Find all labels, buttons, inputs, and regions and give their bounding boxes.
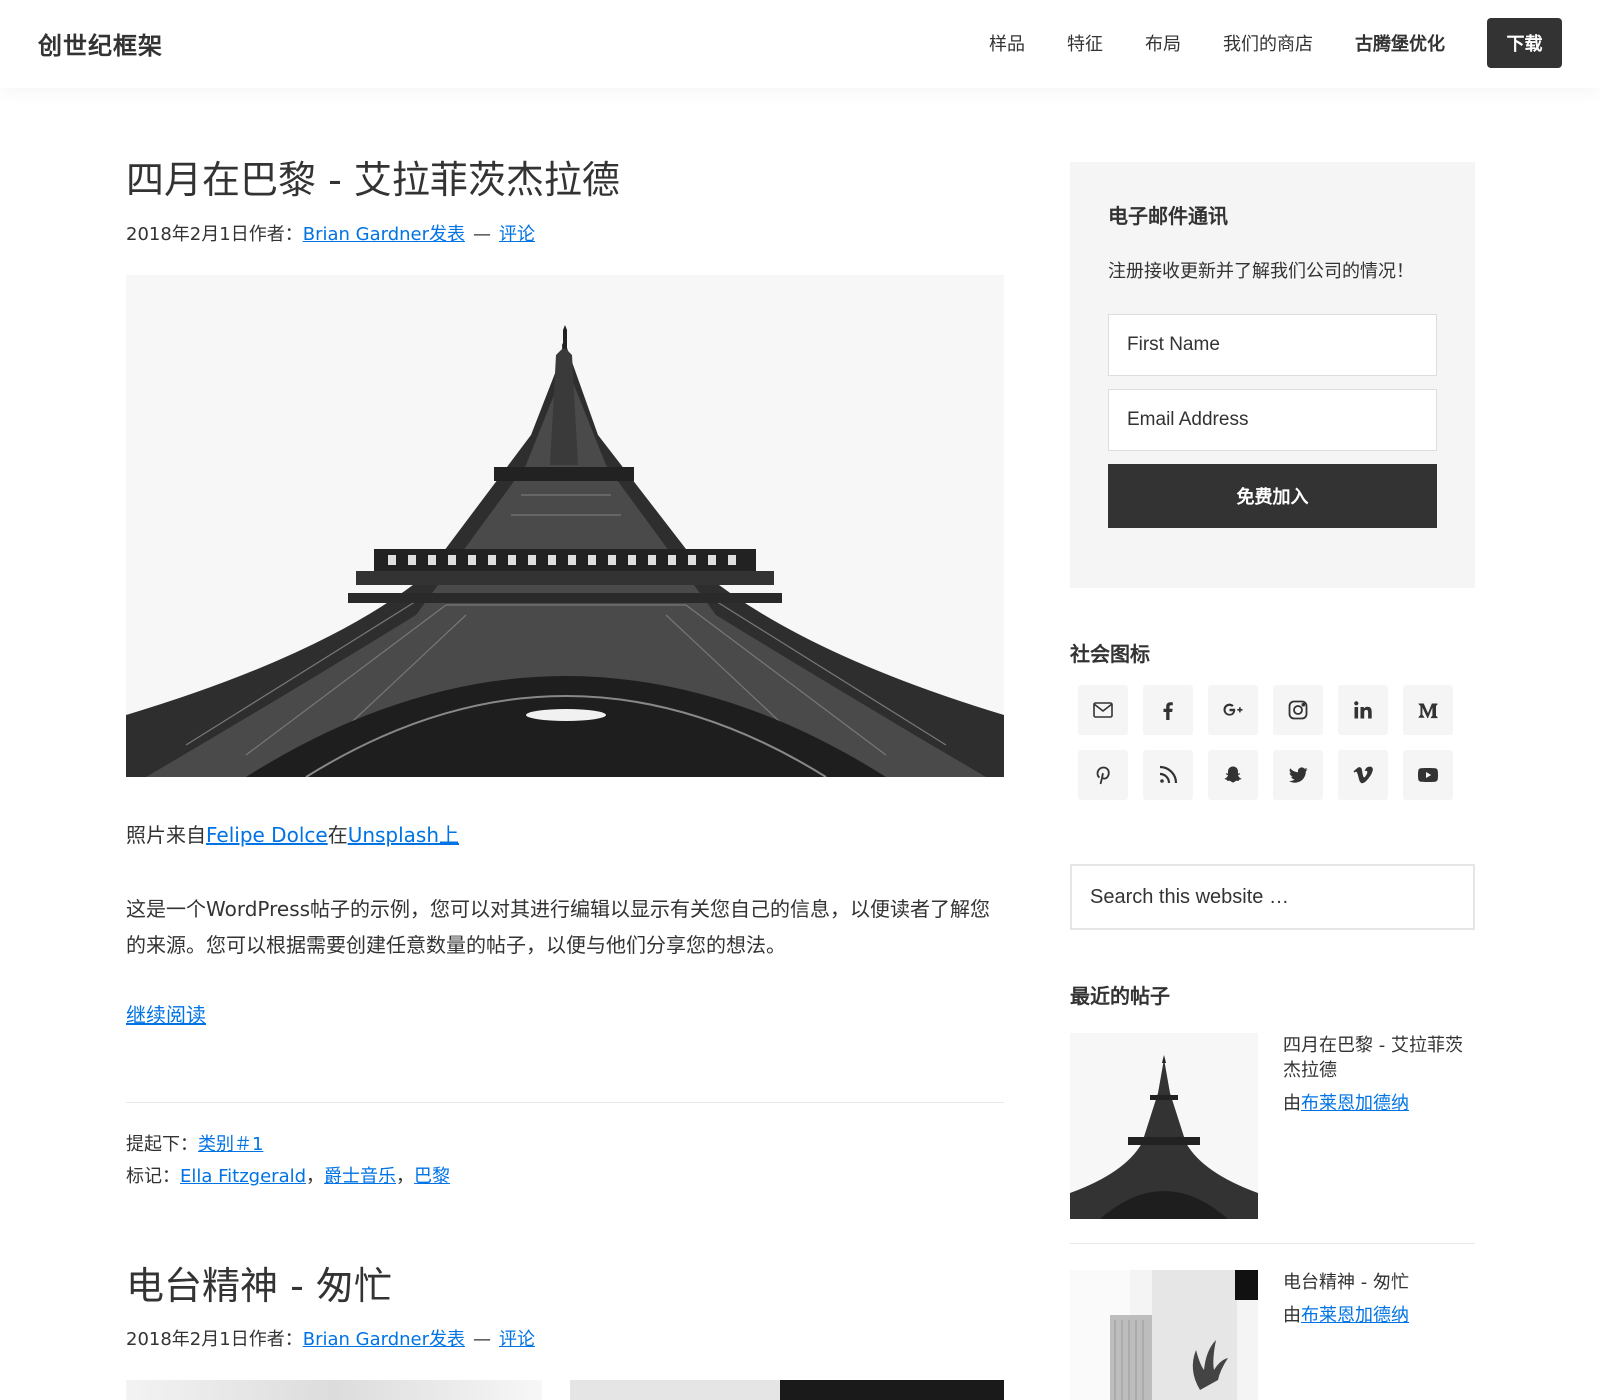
download-button[interactable]: 下载 [1487, 18, 1562, 68]
post-excerpt: 这是一个WordPress帖子的示例，您可以对其进行编辑以显示有关您自己的信息，… [126, 896, 991, 957]
photographer-link[interactable]: Felipe Dolce [206, 823, 328, 847]
pinterest-icon[interactable] [1078, 750, 1128, 800]
category-link[interactable]: 类别＃1 [198, 1134, 263, 1155]
social-icon-grid [1078, 685, 1475, 800]
tag-separator: ， [306, 1166, 325, 1188]
tag-link[interactable]: 巴黎 [414, 1166, 450, 1187]
email-icon[interactable] [1078, 685, 1128, 735]
image-part [126, 1380, 542, 1400]
radio-thumbnail-illustration [1070, 1270, 1258, 1400]
recent-post-author-link[interactable]: 布莱恩加德纳 [1301, 1305, 1409, 1326]
recent-post-author-link[interactable]: 布莱恩加德纳 [1301, 1093, 1409, 1114]
read-more-link[interactable]: 继续阅读 [126, 999, 206, 1028]
recent-posts-widget: 最近的帖子 四月在巴黎 - 艾拉菲茨杰拉德 由布莱恩加德纳 电台精神 - 匆忙 … [1070, 980, 1475, 1400]
post-meta: 2018年2月1日作者：Brian Gardner发表 — 评论 [126, 222, 1004, 247]
nav-item-layouts[interactable]: 布局 [1145, 30, 1181, 56]
featured-image-radio[interactable] [126, 1380, 1004, 1400]
post-footer: 提起下：类别＃1 标记：Ella Fitzgerald，爵士音乐，巴黎 [126, 1101, 1004, 1194]
meta-separator: — [473, 1329, 491, 1351]
primary-nav: 样品 特征 布局 我们的商店 古腾堡优化 下载 [947, 18, 1562, 68]
main-content: 四月在巴黎 - 艾拉菲茨杰拉德 2018年2月1日作者：Brian Gardne… [126, 158, 1004, 1400]
nav-item-features[interactable]: 特征 [1067, 30, 1103, 56]
sidebar: 电子邮件通讯 注册接收更新并了解我们公司的情况！ 免费加入 社会图标 [1070, 162, 1475, 1400]
recent-post-byline: 由布莱恩加德纳 [1283, 1091, 1475, 1116]
post-categories: 提起下：类别＃1 [126, 1129, 1004, 1161]
search-input[interactable] [1070, 864, 1475, 930]
rss-icon[interactable] [1143, 750, 1193, 800]
newsletter-description: 注册接收更新并了解我们公司的情况！ [1108, 261, 1414, 282]
post-title[interactable]: 四月在巴黎 - 艾拉菲茨杰拉德 [126, 158, 1004, 204]
recent-post-item: 电台精神 - 匆忙 由布莱恩加德纳 [1070, 1243, 1475, 1400]
recent-post-title[interactable]: 四月在巴黎 - 艾拉菲茨杰拉德 [1283, 1033, 1475, 1083]
post-author-link[interactable]: Brian Gardner发表 [303, 224, 465, 245]
post-tags: 标记：Ella Fitzgerald，爵士音乐，巴黎 [126, 1161, 1004, 1193]
tag-link[interactable]: Ella Fitzgerald [180, 1166, 306, 1187]
post-entry: 电台精神 - 匆忙 2018年2月1日作者：Brian Gardner发表 — 评论 [126, 1264, 1004, 1400]
tag-link[interactable]: 爵士音乐 [324, 1166, 396, 1187]
categories-label: 提起下： [126, 1133, 198, 1155]
byline-prefix: 由 [1283, 1093, 1301, 1115]
newsletter-widget: 电子邮件通讯 注册接收更新并了解我们公司的情况！ 免费加入 [1070, 162, 1475, 588]
byline-prefix: 由 [1283, 1305, 1301, 1327]
post-entry: 四月在巴黎 - 艾拉菲茨杰拉德 2018年2月1日作者：Brian Gardne… [126, 158, 1004, 1194]
tag-separator: ， [396, 1166, 415, 1188]
recent-posts-title: 最近的帖子 [1070, 984, 1170, 1008]
tags-label: 标记： [126, 1166, 180, 1188]
twitter-icon[interactable] [1273, 750, 1323, 800]
recent-post-thumbnail[interactable] [1070, 1033, 1258, 1219]
recent-post-item: 四月在巴黎 - 艾拉菲茨杰拉德 由布莱恩加德纳 [1070, 1033, 1475, 1219]
recent-post-thumbnail[interactable] [1070, 1270, 1258, 1400]
nav-item-samples[interactable]: 样品 [989, 30, 1025, 56]
recent-post-byline: 由布莱恩加德纳 [1283, 1303, 1409, 1328]
image-part [780, 1380, 1004, 1400]
email-field[interactable] [1108, 388, 1437, 451]
eiffel-tower-illustration [126, 274, 1004, 777]
featured-image-eiffel[interactable] [126, 274, 1004, 777]
recent-post-info: 四月在巴黎 - 艾拉菲茨杰拉德 由布莱恩加德纳 [1283, 1033, 1475, 1219]
eiffel-thumbnail-illustration [1070, 1033, 1258, 1219]
social-title: 社会图标 [1070, 642, 1150, 666]
image-part [570, 1380, 780, 1400]
post-comments-link[interactable]: 评论 [499, 1329, 535, 1350]
post-comments-link[interactable]: 评论 [499, 224, 535, 245]
site-header: 创世纪框架 样品 特征 布局 我们的商店 古腾堡优化 下载 [0, 0, 1600, 88]
photo-credit: 照片来自Felipe Dolce在Unsplash上 [126, 819, 1004, 851]
post-date: 2018年2月1日作者： [126, 1329, 303, 1351]
recent-post-title[interactable]: 电台精神 - 匆忙 [1283, 1270, 1409, 1295]
vimeo-icon[interactable] [1338, 750, 1388, 800]
post-author-link[interactable]: Brian Gardner发表 [303, 1329, 465, 1350]
post-title[interactable]: 电台精神 - 匆忙 [126, 1264, 1004, 1310]
youtube-icon[interactable] [1403, 750, 1453, 800]
credit-mid: 在 [327, 822, 348, 847]
post-meta: 2018年2月1日作者：Brian Gardner发表 — 评论 [126, 1327, 1004, 1352]
credit-prefix: 照片来自 [126, 822, 206, 847]
join-free-button[interactable]: 免费加入 [1108, 463, 1437, 528]
image-part [542, 1380, 570, 1400]
first-name-field[interactable] [1108, 313, 1437, 376]
meta-separator: — [473, 223, 491, 245]
nav-item-shop[interactable]: 我们的商店 [1223, 30, 1313, 56]
post-date: 2018年2月1日作者： [126, 223, 303, 245]
medium-icon[interactable] [1403, 685, 1453, 735]
unsplash-link[interactable]: Unsplash上 [348, 823, 459, 847]
snapchat-icon[interactable] [1208, 750, 1258, 800]
instagram-icon[interactable] [1273, 685, 1323, 735]
social-icons-widget: 社会图标 [1070, 638, 1475, 800]
google-plus-icon[interactable] [1208, 685, 1258, 735]
linkedin-icon[interactable] [1338, 685, 1388, 735]
facebook-icon[interactable] [1143, 685, 1193, 735]
newsletter-title: 电子邮件通讯 [1108, 204, 1228, 228]
recent-post-info: 电台精神 - 匆忙 由布莱恩加德纳 [1283, 1270, 1409, 1400]
nav-item-gutenberg[interactable]: 古腾堡优化 [1355, 30, 1445, 56]
site-title[interactable]: 创世纪框架 [38, 26, 163, 61]
